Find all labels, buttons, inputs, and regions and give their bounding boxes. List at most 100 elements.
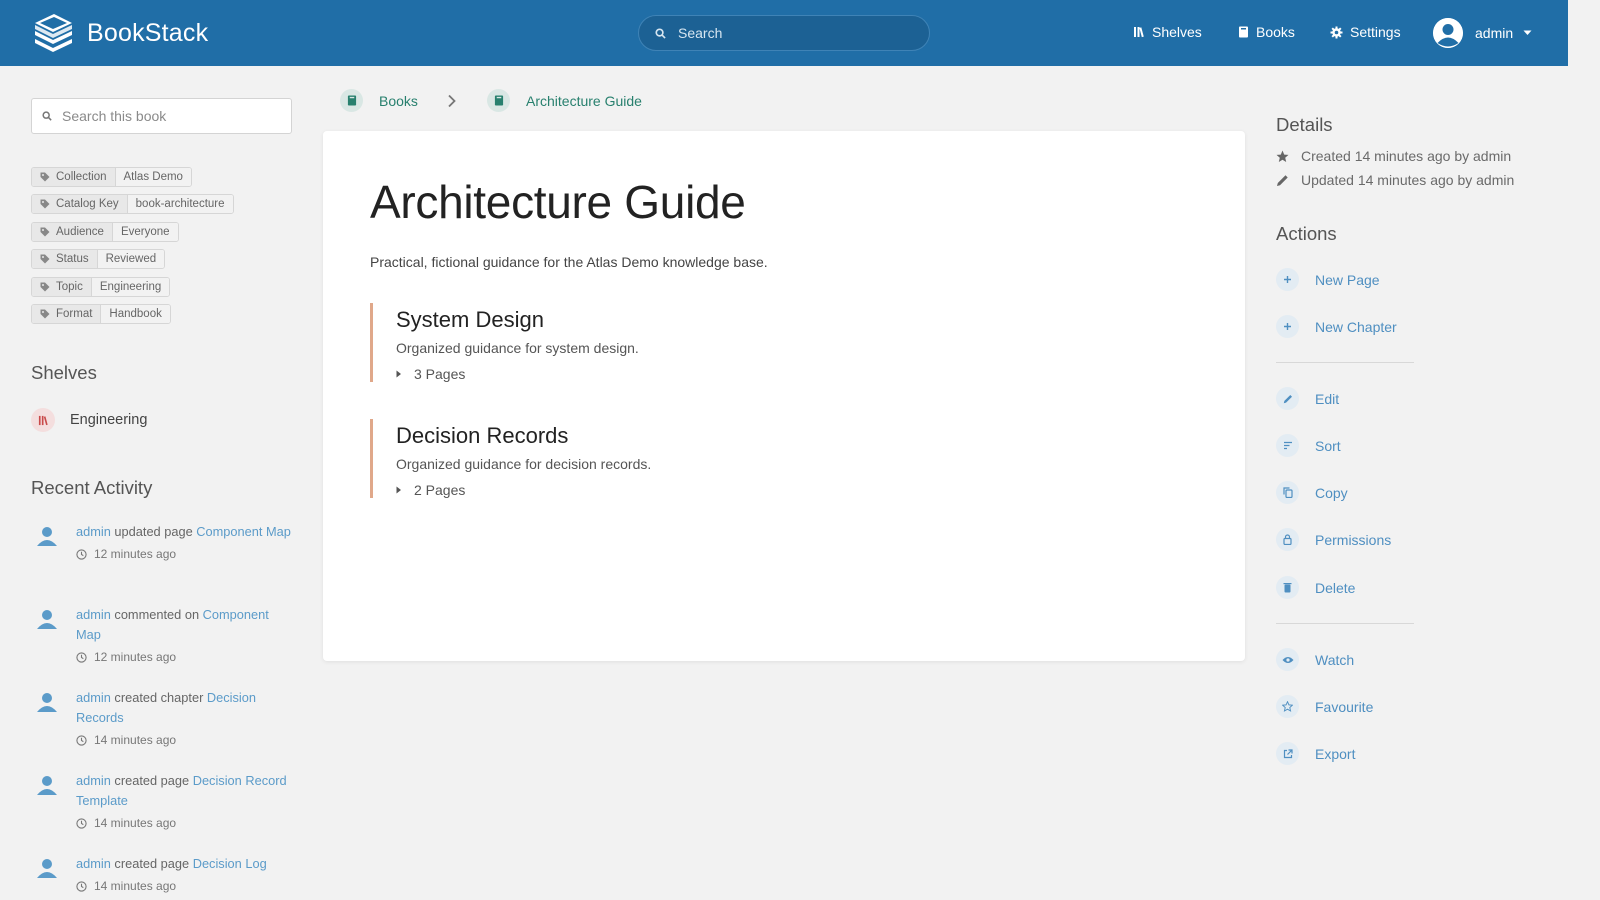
chapter-pages-toggle[interactable]: 2 Pages	[396, 482, 1190, 498]
activity-target[interactable]: Decision Log	[193, 856, 267, 871]
caret-right-icon	[396, 370, 401, 378]
actions-heading: Actions	[1276, 223, 1337, 244]
book-content-card: Architecture Guide Practical, fictional …	[323, 131, 1245, 661]
edit-button[interactable]: Edit	[1276, 387, 1339, 410]
gear-icon	[1330, 26, 1343, 38]
copy-label: Copy	[1315, 484, 1348, 501]
activity-item: admin commented on Component Map 12 minu…	[33, 605, 295, 667]
shelves-icon	[1134, 27, 1144, 38]
chevron-down-icon	[1523, 30, 1532, 35]
activity-action: created page	[114, 773, 190, 788]
nav-settings[interactable]: Settings	[1330, 24, 1401, 40]
copy-button[interactable]: Copy	[1276, 481, 1348, 504]
sort-icon	[1283, 441, 1292, 450]
star-icon	[1276, 150, 1289, 162]
details-heading: Details	[1276, 114, 1333, 135]
plus-icon	[1284, 323, 1291, 330]
activity-time: 12 minutes ago	[94, 650, 177, 664]
tag-value: Reviewed	[96, 250, 165, 268]
shelf-label: Engineering	[70, 412, 148, 428]
tag-status[interactable]: Status Reviewed	[31, 249, 166, 269]
lock-icon	[1283, 534, 1292, 545]
chapter-title[interactable]: Decision Records	[396, 423, 1190, 449]
tag-catalog-key[interactable]: Catalog Key book-architecture	[31, 194, 234, 214]
export-button[interactable]: Export	[1276, 742, 1355, 765]
activity-item: admin created page Decision Log 14 minut…	[33, 854, 295, 896]
chapter-description: Organized guidance for system design.	[396, 340, 639, 356]
book-search[interactable]	[31, 98, 292, 134]
user-name: admin	[1475, 25, 1514, 41]
sort-button[interactable]: Sort	[1276, 434, 1341, 457]
tag-icon	[40, 199, 50, 209]
chapter-pages-count: 3 Pages	[414, 366, 466, 382]
app-logo[interactable]: BookStack	[32, 14, 208, 52]
user-icon	[37, 776, 57, 795]
activity-item: admin updated page Component Map 12 minu…	[33, 522, 295, 564]
book-search-input[interactable]	[62, 108, 282, 124]
delete-button[interactable]: Delete	[1276, 576, 1355, 599]
new-page-label: New Page	[1315, 271, 1380, 288]
activity-action: created page	[114, 856, 190, 871]
external-link-icon	[1283, 748, 1293, 758]
book-description: Practical, fictional guidance for the At…	[370, 254, 768, 270]
activity-user[interactable]: admin	[76, 856, 111, 871]
tag-name: Format	[56, 308, 93, 320]
tag-format[interactable]: Format Handbook	[31, 304, 171, 324]
watch-button[interactable]: Watch	[1276, 648, 1354, 671]
tag-name: Status	[56, 253, 89, 265]
chapter-pages-toggle[interactable]: 3 Pages	[396, 366, 1190, 382]
activity-item: admin created page Decision Record Templ…	[33, 771, 295, 833]
tag-icon	[40, 254, 50, 264]
favourite-label: Favourite	[1315, 698, 1374, 715]
watch-label: Watch	[1315, 651, 1355, 668]
nav-books-label: Books	[1256, 24, 1295, 40]
user-menu[interactable]: admin	[1433, 18, 1532, 48]
delete-label: Delete	[1315, 579, 1356, 596]
activity-user[interactable]: admin	[76, 524, 111, 539]
chapter-title[interactable]: System Design	[396, 307, 1190, 333]
clock-icon	[76, 880, 87, 892]
tag-collection[interactable]: Collection Atlas Demo	[31, 167, 192, 187]
activity-user[interactable]: admin	[76, 773, 111, 788]
shelves-icon	[38, 415, 48, 425]
nav-shelves[interactable]: Shelves	[1133, 24, 1202, 40]
sort-label: Sort	[1315, 437, 1341, 454]
shelf-icon	[31, 408, 55, 432]
activity-time: 14 minutes ago	[94, 733, 177, 747]
tag-topic[interactable]: Topic Engineering	[31, 277, 171, 297]
new-chapter-label: New Chapter	[1315, 318, 1397, 335]
page-title: Architecture Guide	[370, 176, 746, 228]
permissions-label: Permissions	[1315, 531, 1392, 548]
activity-user[interactable]: admin	[76, 690, 111, 705]
activity-action: created chapter	[114, 690, 204, 705]
activity-user[interactable]: admin	[76, 607, 111, 622]
new-page-button[interactable]: New Page	[1276, 268, 1380, 291]
new-chapter-button[interactable]: New Chapter	[1276, 315, 1397, 338]
updated-detail: Updated 14 minutes ago by admin	[1276, 172, 1514, 188]
permissions-button[interactable]: Permissions	[1276, 528, 1391, 551]
global-search-input[interactable]	[678, 25, 898, 41]
global-search[interactable]	[638, 15, 930, 51]
tag-name: Audience	[56, 226, 104, 238]
user-avatar-icon	[1433, 18, 1463, 48]
nav-books[interactable]: Books	[1238, 24, 1295, 40]
bookstack-logo-icon	[35, 14, 72, 52]
activity-item: admin created chapter Decision Records 1…	[33, 688, 295, 750]
breadcrumb-books[interactable]: Books	[340, 89, 418, 112]
activity-target[interactable]: Component Map	[196, 524, 291, 539]
clock-icon	[76, 548, 87, 560]
breadcrumb-current-book[interactable]: Architecture Guide	[487, 89, 642, 112]
plus-icon	[1284, 276, 1291, 283]
tag-icon	[40, 227, 50, 237]
tag-name: Collection	[56, 171, 107, 183]
tag-icon	[40, 309, 50, 319]
copy-icon	[1282, 487, 1293, 498]
tag-value: book-architecture	[126, 195, 233, 213]
shelf-item-engineering[interactable]: Engineering	[31, 408, 147, 432]
tag-value: Engineering	[90, 278, 170, 296]
trash-icon	[1283, 583, 1292, 593]
favourite-button[interactable]: Favourite	[1276, 695, 1373, 718]
tag-audience[interactable]: Audience Everyone	[31, 222, 179, 242]
user-icon	[37, 693, 57, 712]
recent-activity-heading: Recent Activity	[31, 477, 153, 498]
